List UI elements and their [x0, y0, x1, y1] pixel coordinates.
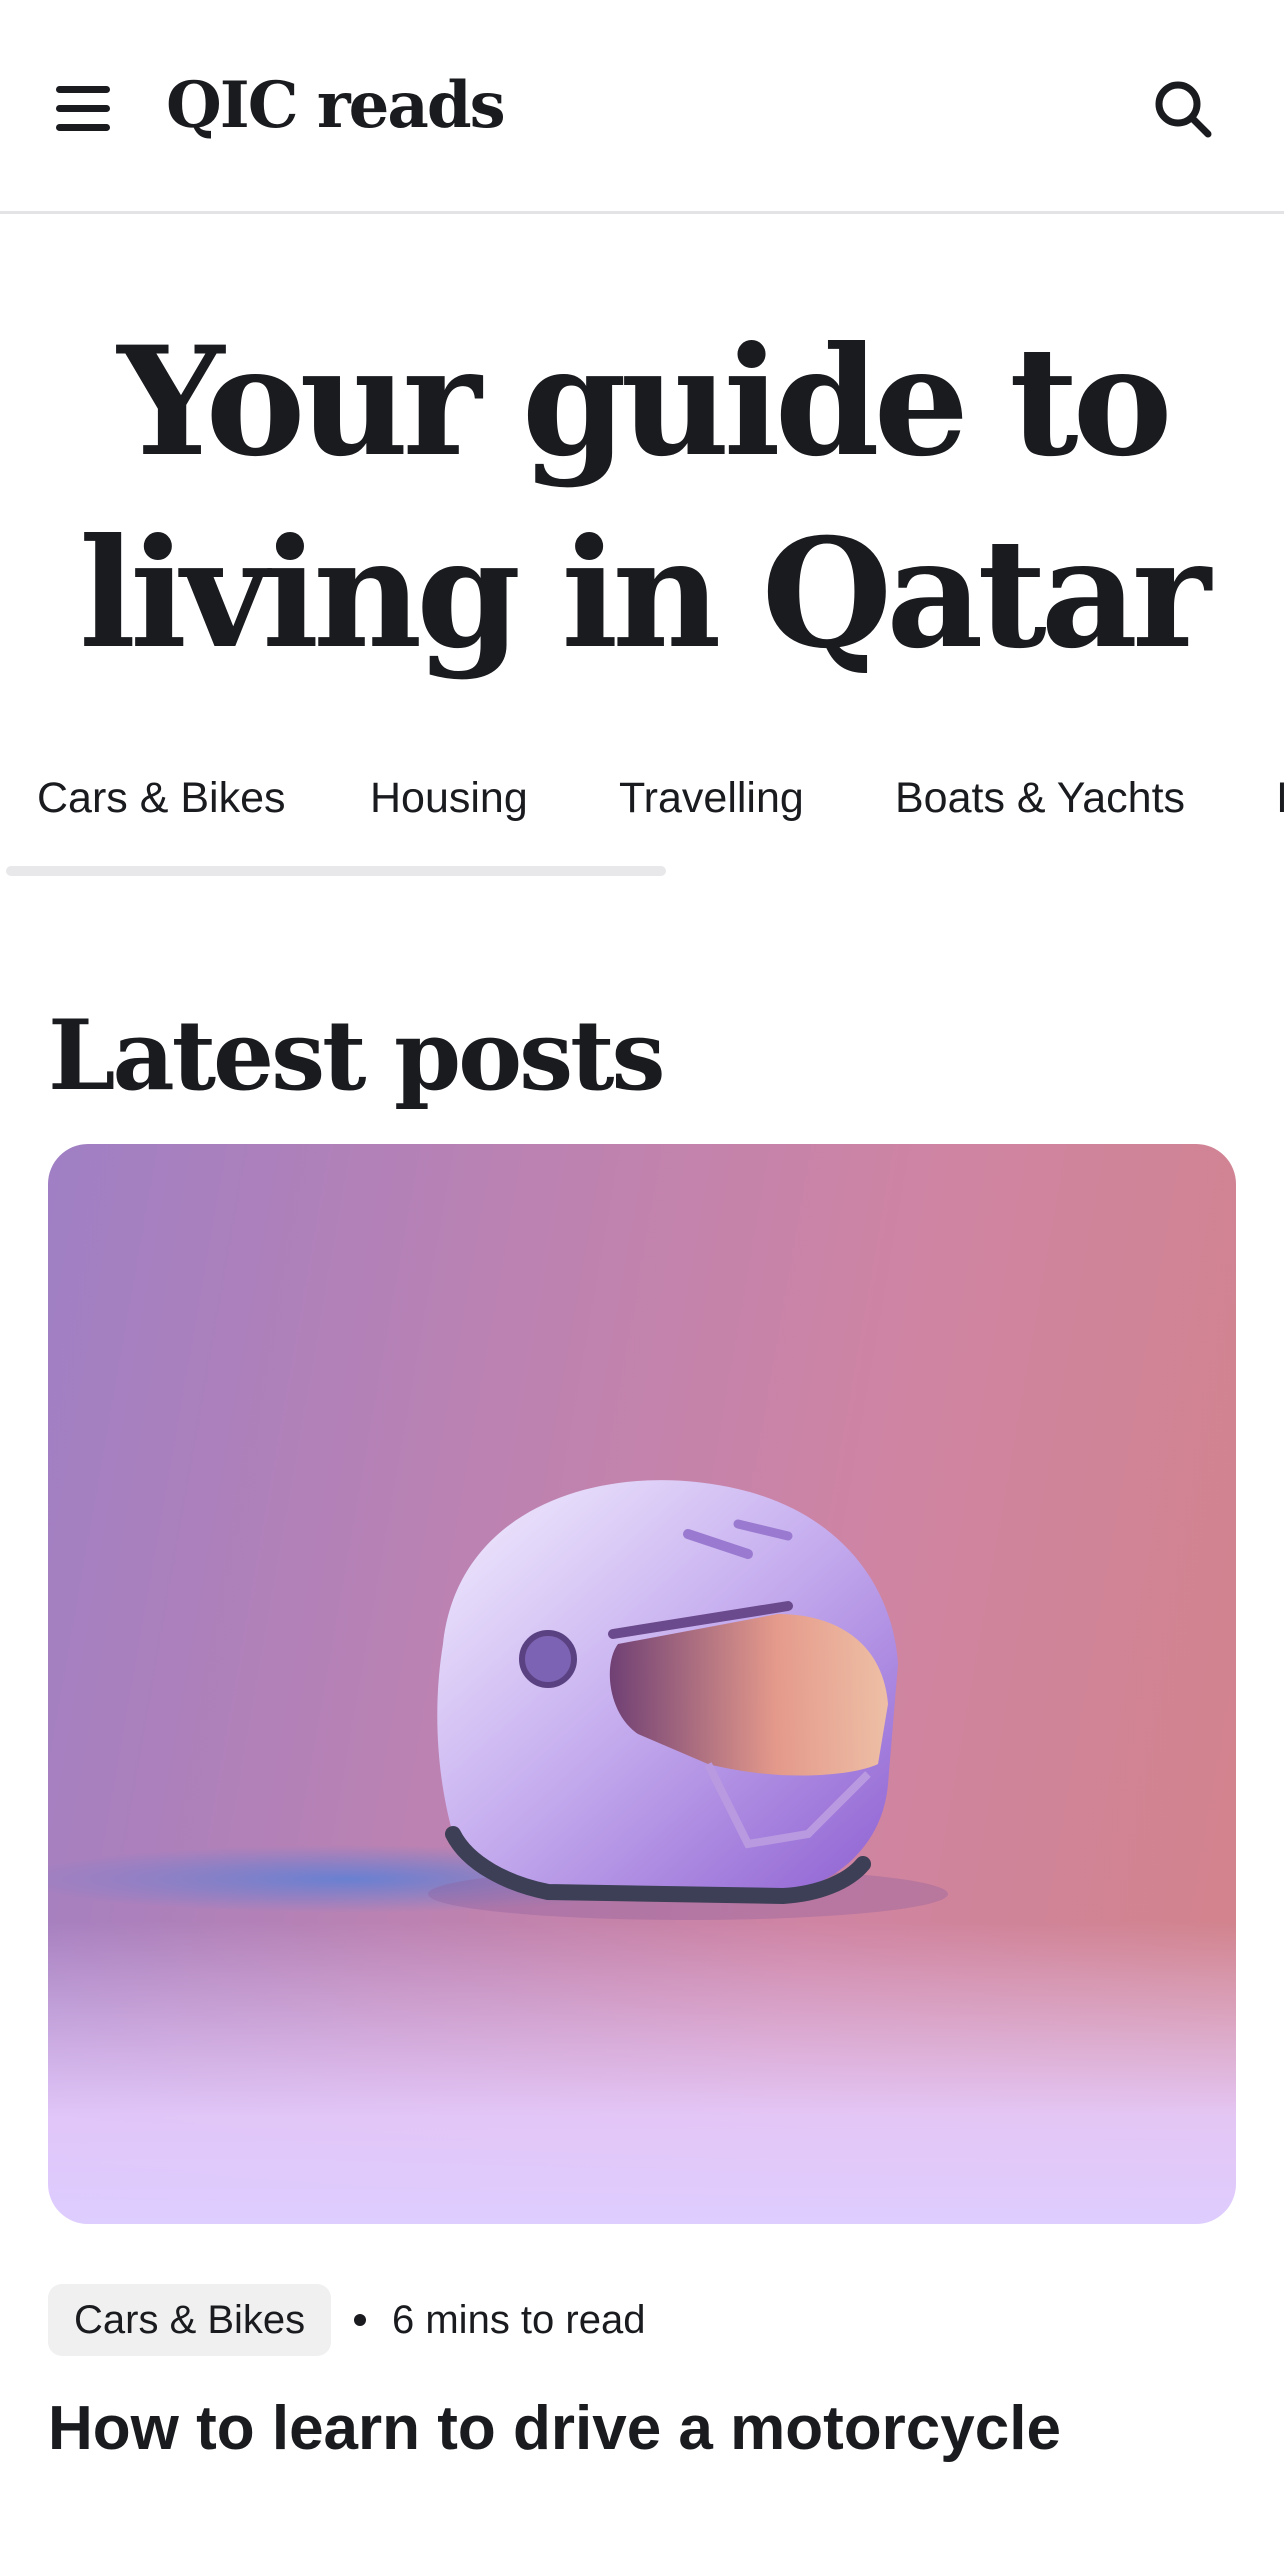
- search-button[interactable]: [1150, 76, 1216, 142]
- hamburger-menu-icon: [56, 86, 110, 93]
- category-tabs[interactable]: Cars & Bikes Housing Travelling Boats & …: [0, 760, 1284, 880]
- category-chip[interactable]: Cars & Bikes: [48, 2284, 332, 2356]
- latest-posts-heading: Latest posts: [48, 999, 666, 1112]
- hamburger-menu-icon-bar: [56, 105, 110, 112]
- tab-travelling[interactable]: Travelling: [619, 760, 804, 836]
- read-time: 6 mins to read: [392, 2298, 646, 2342]
- brand-logo[interactable]: QIC reads: [166, 58, 506, 154]
- search-icon: [1155, 81, 1212, 138]
- hero-title-line-1: Your guide to: [117, 314, 1172, 490]
- hero-title: Your guide to living in Qatar: [0, 306, 1284, 690]
- hamburger-menu-icon-bar: [56, 124, 110, 131]
- tab-boats-yachts[interactable]: Boats & Yachts: [895, 760, 1185, 836]
- post-title[interactable]: How to learn to drive a motorcycle: [48, 2384, 1061, 2474]
- separator-dot: [354, 2314, 366, 2326]
- tab-housing[interactable]: Housing: [370, 760, 528, 836]
- post-card-image[interactable]: [48, 1144, 1236, 2224]
- hero-title-line-2: living in Qatar: [79, 506, 1211, 682]
- tabs-scroll-indicator[interactable]: [6, 866, 666, 876]
- top-app-bar: QIC reads: [0, 0, 1284, 214]
- tab-next-partial[interactable]: I: [1276, 760, 1284, 836]
- menu-button[interactable]: [48, 76, 120, 140]
- motorcycle-helmet-image: [48, 1480, 948, 1920]
- tab-cars-bikes[interactable]: Cars & Bikes: [37, 760, 286, 836]
